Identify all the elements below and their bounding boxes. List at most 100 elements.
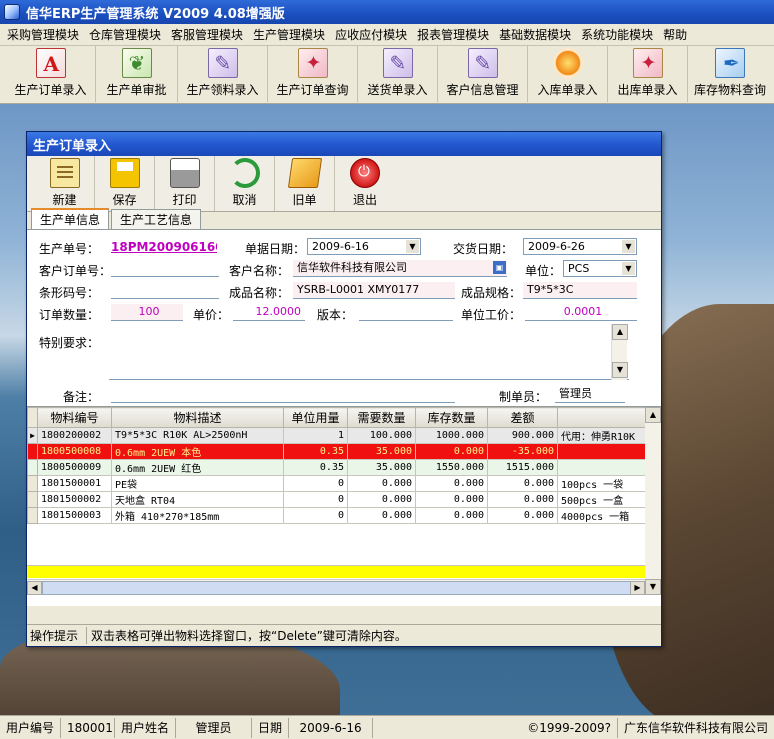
toolbar-order-query-button[interactable]: 生产订单查询 — [268, 46, 358, 102]
scroll-down-icon[interactable]: ▼ — [612, 362, 628, 378]
barcode-field[interactable] — [111, 282, 219, 299]
cell[interactable]: 900.000 — [487, 427, 558, 444]
cell[interactable]: 1801500002 — [37, 491, 112, 508]
tab-order-info[interactable]: 生产单信息 — [31, 208, 110, 229]
window-title-bar[interactable]: 生产订单录入 — [27, 132, 661, 156]
col-required-qty[interactable]: 需要数量 — [347, 407, 416, 428]
vertical-scrollbar[interactable]: ▲ ▼ — [645, 407, 661, 595]
cell[interactable]: 1800200002 — [37, 427, 112, 444]
menu-receivable-payable[interactable]: 应收应付模块 — [330, 26, 412, 43]
cell[interactable]: 天地盒 RT04 — [111, 491, 284, 508]
scroll-down-icon[interactable]: ▼ — [645, 579, 661, 595]
cancel-button[interactable]: 取消 — [215, 156, 275, 211]
cell[interactable]: 1800500008 — [37, 443, 112, 460]
unit-select[interactable]: PCS ▼ — [563, 260, 637, 277]
cell[interactable]: PE袋 — [111, 475, 284, 492]
cell[interactable]: 0.000 — [487, 475, 558, 492]
scroll-right-icon[interactable]: ▶ — [630, 581, 645, 595]
table-row[interactable]: 1801500001 PE袋 0 0.000 0.000 0.000 100pc… — [27, 475, 646, 492]
lookup-icon[interactable]: ▣ — [493, 261, 506, 274]
scroll-thumb[interactable] — [42, 581, 632, 595]
toolbar-stock-out-button[interactable]: 出库单录入 — [608, 46, 688, 102]
cell[interactable]: 4000pcs 一箱 — [557, 507, 646, 524]
cell[interactable]: 0.000 — [487, 491, 558, 508]
menu-reports[interactable]: 报表管理模块 — [412, 26, 494, 43]
cell[interactable] — [557, 443, 646, 460]
menu-production[interactable]: 生产管理模块 — [248, 26, 330, 43]
col-unit-usage[interactable]: 单位用量 — [283, 407, 348, 428]
save-button[interactable]: 保存 — [95, 156, 155, 211]
material-grid[interactable]: 物料编号 物料描述 单位用量 需要数量 库存数量 差额 ▶ 1800200002… — [27, 406, 661, 606]
toolbar-approve-button[interactable]: 生产单审批 — [96, 46, 178, 102]
bill-date-picker[interactable]: 2009-6-16 ▼ — [307, 238, 421, 255]
customer-name-field[interactable]: 信华软件科技有限公司 ▣ — [293, 260, 507, 277]
menu-warehouse[interactable]: 仓库管理模块 — [84, 26, 166, 43]
cell[interactable]: 0.000 — [347, 475, 416, 492]
old-orders-button[interactable]: 旧单 — [275, 156, 335, 211]
table-row[interactable]: 1801500002 天地盒 RT04 0 0.000 0.000 0.000 … — [27, 491, 646, 508]
toolbar-customer-info-button[interactable]: 客户信息管理 — [438, 46, 528, 102]
cell[interactable]: 1801500003 — [37, 507, 112, 524]
scroll-up-icon[interactable]: ▲ — [645, 407, 661, 423]
cell[interactable]: 1000.000 — [415, 427, 488, 444]
menu-purchase[interactable]: 采购管理模块 — [2, 26, 84, 43]
tab-process-info[interactable]: 生产工艺信息 — [111, 209, 202, 229]
cell[interactable]: 35.000 — [347, 443, 416, 460]
cell[interactable]: 代用：伸勇R10K — [557, 427, 646, 444]
scroll-left-icon[interactable]: ◀ — [27, 581, 42, 595]
cell[interactable]: 0.000 — [415, 475, 488, 492]
textarea-scrollbar[interactable]: ▲ ▼ — [611, 324, 628, 380]
col-stock-qty[interactable]: 库存数量 — [415, 407, 488, 428]
col-difference[interactable]: 差额 — [487, 407, 558, 428]
menu-system[interactable]: 系统功能模块 — [576, 26, 658, 43]
col-material-no[interactable]: 物料编号 — [37, 407, 112, 428]
table-row[interactable]: ▶ 1800200002 T9*5*3C R10K AL>2500nH 1 10… — [27, 427, 646, 444]
horizontal-scrollbar[interactable]: ◀ ▶ — [27, 579, 645, 595]
cell[interactable]: 0.000 — [347, 507, 416, 524]
cell[interactable]: 0 — [283, 491, 348, 508]
toolbar-stock-in-button[interactable]: 入库单录入 — [528, 46, 608, 102]
toolbar-order-entry-button[interactable]: 生产订单录入 — [6, 46, 96, 102]
menu-customer-service[interactable]: 客服管理模块 — [166, 26, 248, 43]
chevron-down-icon[interactable]: ▼ — [622, 240, 635, 253]
customer-order-field[interactable] — [111, 260, 219, 277]
cell[interactable]: 1 — [283, 427, 348, 444]
cell[interactable]: 1801500001 — [37, 475, 112, 492]
cell[interactable]: T9*5*3C R10K AL>2500nH — [111, 427, 284, 444]
col-material-desc[interactable]: 物料描述 — [111, 407, 284, 428]
cell[interactable]: 0 — [283, 475, 348, 492]
toolbar-delivery-entry-button[interactable]: 送货单录入 — [358, 46, 438, 102]
col-remark[interactable] — [557, 407, 646, 428]
cell[interactable]: 0.6mm 2UEW 红色 — [111, 459, 284, 476]
chevron-down-icon[interactable]: ▼ — [622, 262, 635, 275]
cell[interactable]: 100.000 — [347, 427, 416, 444]
chevron-down-icon[interactable]: ▼ — [406, 240, 419, 253]
toolbar-material-entry-button[interactable]: 生产领料录入 — [178, 46, 268, 102]
note-field[interactable] — [111, 386, 455, 403]
spec-field[interactable]: T9*5*3C — [523, 282, 637, 299]
table-row[interactable]: 1801500003 外箱 410*270*185mm 0 0.000 0.00… — [27, 507, 646, 524]
cell[interactable]: 0.35 — [283, 459, 348, 476]
cell[interactable]: 0.6mm 2UEW 本色 — [111, 443, 284, 460]
version-field[interactable] — [359, 304, 453, 321]
cell[interactable]: 0.35 — [283, 443, 348, 460]
cell[interactable]: 0.000 — [347, 491, 416, 508]
price-field[interactable]: 12.0000 — [233, 304, 305, 321]
cell[interactable]: 100pcs 一袋 — [557, 475, 646, 492]
cell[interactable]: 1800500009 — [37, 459, 112, 476]
cell[interactable]: 500pcs 一盒 — [557, 491, 646, 508]
cell[interactable]: 1550.000 — [415, 459, 488, 476]
cell[interactable]: 0.000 — [415, 443, 488, 460]
table-row[interactable]: 1800500008 0.6mm 2UEW 本色 0.35 35.000 0.0… — [27, 443, 646, 460]
cell[interactable]: 0.000 — [415, 507, 488, 524]
menu-base-data[interactable]: 基础数据模块 — [494, 26, 576, 43]
print-button[interactable]: 打印 — [155, 156, 215, 211]
cell[interactable] — [557, 459, 646, 476]
product-name-field[interactable]: YSRB-L0001 XMY0177 — [293, 282, 455, 299]
special-requirements-textarea[interactable] — [109, 324, 629, 380]
table-row[interactable]: 1800500009 0.6mm 2UEW 红色 0.35 35.000 155… — [27, 459, 646, 476]
quantity-field[interactable]: 100 — [111, 304, 183, 321]
cell[interactable]: 1515.000 — [487, 459, 558, 476]
cell[interactable]: 35.000 — [347, 459, 416, 476]
unit-cost-field[interactable]: 0.0001 — [525, 304, 637, 321]
